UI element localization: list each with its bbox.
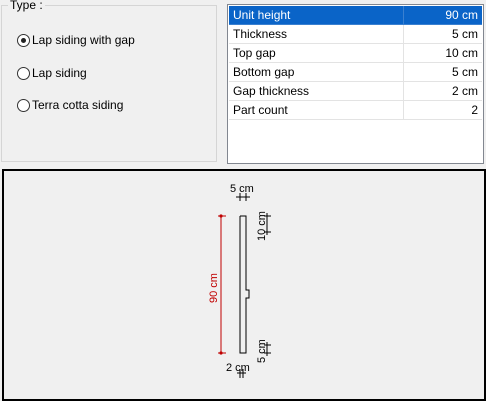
property-name: Top gap [229,43,404,63]
property-row-bottom-gap[interactable]: Bottom gap 5 cm [229,62,482,82]
gap-thickness-dimension: 2 cm [226,362,250,378]
bottom-gap-label: 5 cm [256,339,268,363]
radio-lap-siding[interactable]: Lap siding [17,65,87,81]
property-value[interactable]: 90 cm [403,6,482,25]
property-name: Gap thickness [229,81,404,101]
type-group: Type : Lap siding with gap Lap siding Te… [1,0,217,162]
property-row-part-count[interactable]: Part count 2 [229,100,482,120]
property-name: Bottom gap [229,62,404,82]
radio-checked-icon[interactable] [17,33,30,47]
property-row-top-gap[interactable]: Top gap 10 cm [229,43,482,63]
top-gap-dimension: 10 cm [256,211,271,241]
property-name: Part count [229,100,404,120]
radio-unchecked-icon[interactable] [17,98,30,112]
height-label: 90 cm [208,273,220,303]
radio-label: Lap siding [32,66,87,80]
property-row-thickness[interactable]: Thickness 5 cm [229,24,482,44]
siding-preview: 5 cm 10 cm 90 cm 5 cm 2 cm [2,169,486,401]
siding-profile [239,215,250,354]
gap-thickness-label: 2 cm [226,362,250,374]
property-value[interactable]: 5 cm [403,24,482,44]
property-value[interactable]: 5 cm [403,62,482,82]
thickness-label: 5 cm [230,183,254,195]
property-row-unit-height[interactable]: Unit height 90 cm [229,6,482,25]
unit-height-dimension: 90 cm [208,214,226,355]
radio-unchecked-icon[interactable] [17,66,30,80]
bottom-gap-dimension: 5 cm [256,339,271,363]
property-name: Thickness [229,24,404,44]
radio-lap-siding-with-gap[interactable]: Lap siding with gap [17,32,135,48]
property-value[interactable]: 2 [403,100,482,120]
property-name: Unit height [229,6,404,25]
type-legend: Type : [8,0,45,12]
property-value[interactable]: 2 cm [403,81,482,101]
property-row-gap-thickness[interactable]: Gap thickness 2 cm [229,81,482,101]
property-grid: Unit height 90 cm Thickness 5 cm Top gap… [227,4,484,164]
top-gap-label: 10 cm [256,211,268,241]
radio-terra-cotta-siding[interactable]: Terra cotta siding [17,97,123,113]
radio-label: Terra cotta siding [32,98,124,112]
property-value[interactable]: 10 cm [403,43,482,63]
preview-drawing: 5 cm 10 cm 90 cm 5 cm 2 cm [208,183,271,378]
radio-label: Lap siding with gap [32,33,135,47]
thickness-dimension: 5 cm [230,183,254,201]
